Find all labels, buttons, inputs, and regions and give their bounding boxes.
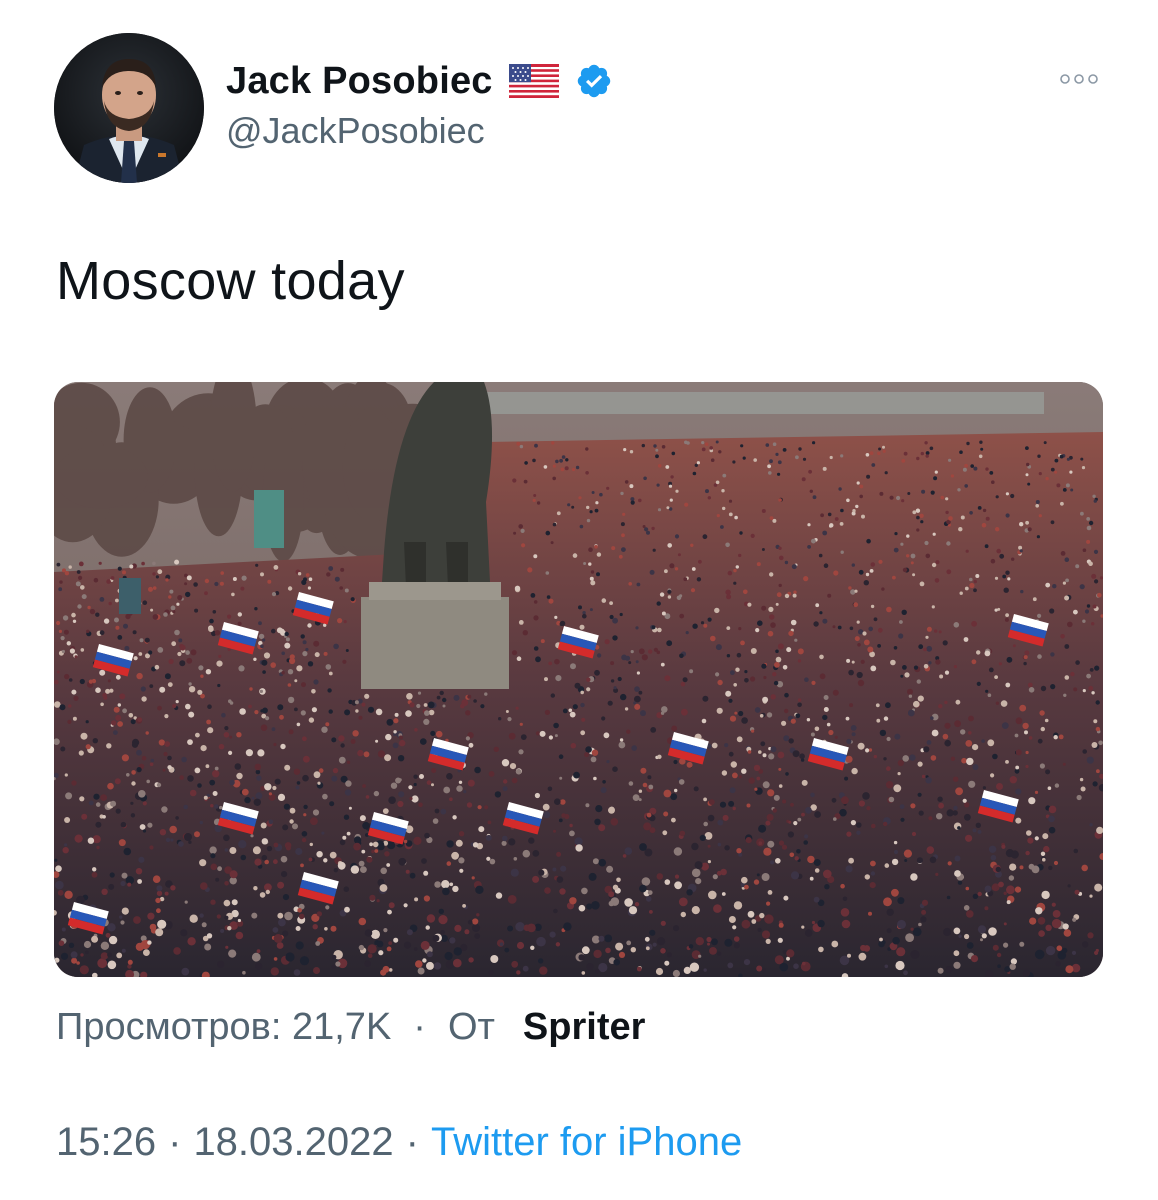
verified-badge-icon [575, 62, 613, 100]
time-separator-2: · [405, 1120, 419, 1164]
more-options-button[interactable] [1056, 62, 1102, 96]
source-name[interactable]: Spriter [523, 1006, 645, 1049]
name-row: Jack Posobiec [226, 56, 613, 106]
views-count[interactable]: Просмотров: 21,7K [56, 1006, 391, 1049]
tweet-text: Moscow today [56, 251, 405, 311]
time-separator: · [168, 1120, 182, 1164]
avatar[interactable] [54, 33, 204, 183]
tweet-date[interactable]: 18.03.2022 [193, 1120, 393, 1165]
us-flag-icon [508, 64, 559, 98]
tweet-media-photo[interactable] [54, 382, 1103, 977]
timestamp-row: 15:26 · 18.03.2022 · Twitter for iPhone [56, 1120, 742, 1165]
from-label: От [447, 1006, 495, 1048]
author-block: Jack Posobiec @JackPosobiec [226, 56, 613, 152]
client-link[interactable]: Twitter for iPhone [431, 1120, 742, 1165]
tweet-time[interactable]: 15:26 [56, 1120, 156, 1165]
display-name[interactable]: Jack Posobiec [226, 60, 493, 103]
meta-row: Просмотров: 21,7K · От Spriter [56, 1006, 645, 1049]
more-options-icon [1060, 74, 1098, 84]
user-handle[interactable]: @JackPosobiec [226, 110, 613, 152]
meta-separator: · [413, 1006, 426, 1048]
tweet-page: Jack Posobiec @JackPosobiec Moscow today… [0, 0, 1158, 1200]
